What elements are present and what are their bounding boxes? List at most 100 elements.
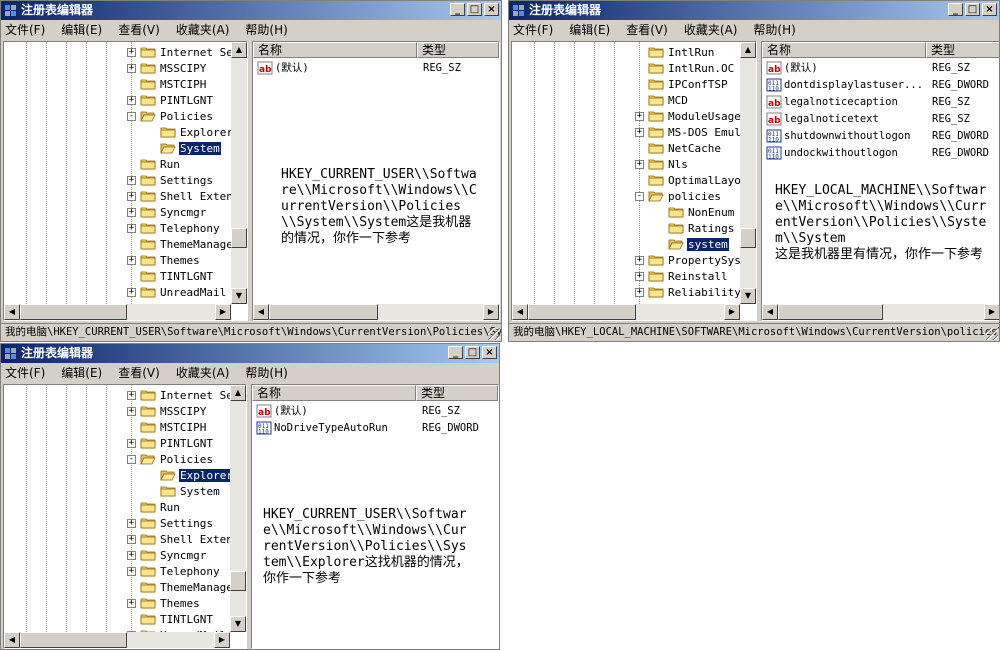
- value-row[interactable]: ab (默认) REG_SZ: [257, 59, 499, 76]
- expand-icon[interactable]: +: [127, 599, 136, 608]
- menu-view[interactable]: 查看(V): [118, 364, 160, 381]
- title-bar[interactable]: 注册表编辑器 _ □ ×: [509, 1, 999, 20]
- expand-icon[interactable]: +: [127, 567, 136, 576]
- scroll-left-button[interactable]: ◀: [512, 304, 528, 320]
- tree-key-run[interactable]: Run: [140, 156, 181, 172]
- tree-key-pintlgnt[interactable]: PINTLGNT: [140, 435, 214, 451]
- column-header-type[interactable]: 类型: [417, 42, 499, 58]
- expand-icon[interactable]: +: [635, 288, 644, 297]
- tree-key-telephony[interactable]: Telephony: [140, 563, 221, 579]
- tree-key-explorer[interactable]: Explorer: [160, 124, 234, 140]
- vertical-scrollbar[interactable]: ▲ ▼: [740, 42, 756, 304]
- tree-key-msscipy[interactable]: MSSCIPY: [140, 60, 207, 76]
- maximize-button[interactable]: □: [965, 3, 980, 16]
- scroll-left-button[interactable]: ◀: [4, 304, 20, 320]
- horizontal-scrollbar[interactable]: ◀ ▶: [253, 304, 499, 320]
- tree-key-syncmgr[interactable]: Syncmgr: [140, 204, 207, 220]
- expand-icon[interactable]: +: [127, 407, 136, 416]
- tree-key-internet-se[interactable]: Internet Se: [140, 387, 234, 403]
- minimize-button[interactable]: _: [448, 346, 463, 359]
- tree-key-nls[interactable]: Nls: [648, 156, 689, 172]
- tree-key-reliability[interactable]: Reliability: [648, 284, 742, 300]
- scroll-right-button[interactable]: ▶: [483, 304, 499, 320]
- tree-key-themes[interactable]: Themes: [140, 252, 201, 268]
- scroll-right-button[interactable]: ▶: [984, 304, 999, 320]
- scroll-left-button[interactable]: ◀: [253, 304, 269, 320]
- value-row[interactable]: 011 110 NoDriveTypeAutoRun REG_DWORD: [256, 419, 498, 436]
- expand-icon[interactable]: +: [127, 535, 136, 544]
- expand-icon[interactable]: +: [127, 176, 136, 185]
- close-button[interactable]: ×: [482, 346, 497, 359]
- menu-file[interactable]: 文件(F): [5, 364, 45, 381]
- tree-key-propertysys[interactable]: PropertySys: [648, 252, 742, 268]
- tree-key-policies[interactable]: Policies: [140, 108, 214, 124]
- tree-key-tintlgnt[interactable]: TINTLGNT: [140, 611, 214, 627]
- tree-key-intlrun-oc[interactable]: IntlRun.OC: [648, 60, 735, 76]
- expand-icon[interactable]: +: [127, 391, 136, 400]
- scroll-thumb[interactable]: [20, 632, 127, 648]
- tree-key-settings[interactable]: Settings: [140, 172, 214, 188]
- expand-icon[interactable]: +: [127, 48, 136, 57]
- resize-grip[interactable]: [488, 328, 500, 340]
- expand-icon[interactable]: +: [127, 256, 136, 265]
- tree-key-ms-dos-emul[interactable]: MS-DOS Emul: [648, 124, 742, 140]
- menu-view[interactable]: 查看(V): [118, 21, 160, 38]
- scroll-up-button[interactable]: ▲: [230, 385, 246, 401]
- tree-key-policies[interactable]: policies: [648, 188, 722, 204]
- tree-key-thememanage[interactable]: ThemeManage: [140, 579, 234, 595]
- expand-icon[interactable]: +: [127, 96, 136, 105]
- tree-key-system[interactable]: System: [160, 483, 221, 499]
- scroll-down-button[interactable]: ▼: [740, 288, 756, 304]
- tree-key-settings[interactable]: Settings: [140, 515, 214, 531]
- horizontal-scrollbar[interactable]: ◀ ▶: [4, 632, 230, 648]
- column-header-name[interactable]: 名称: [253, 42, 417, 58]
- title-bar[interactable]: 注册表编辑器 _ □ ×: [1, 1, 501, 20]
- expand-icon[interactable]: +: [635, 160, 644, 169]
- menu-view[interactable]: 查看(V): [626, 21, 668, 38]
- menu-edit[interactable]: 编辑(E): [61, 21, 102, 38]
- menu-help[interactable]: 帮助(H): [245, 21, 287, 38]
- menu-edit[interactable]: 编辑(E): [569, 21, 610, 38]
- tree-key-shell-exten[interactable]: Shell Exten: [140, 188, 234, 204]
- tree-key-reinstall[interactable]: Reinstall: [648, 268, 729, 284]
- scroll-thumb[interactable]: [778, 304, 883, 320]
- tree-key-syncmgr[interactable]: Syncmgr: [140, 547, 207, 563]
- expand-icon[interactable]: +: [127, 288, 136, 297]
- vertical-scrollbar[interactable]: ▲ ▼: [231, 42, 247, 304]
- scroll-thumb[interactable]: [20, 304, 127, 320]
- expand-icon[interactable]: +: [635, 128, 644, 137]
- scroll-thumb[interactable]: [740, 228, 756, 248]
- scroll-thumb[interactable]: [231, 228, 247, 248]
- vertical-scrollbar[interactable]: ▲ ▼: [230, 385, 246, 632]
- tree-key-mstciph[interactable]: MSTCIPH: [140, 76, 207, 92]
- scroll-right-button[interactable]: ▶: [214, 632, 230, 648]
- menu-help[interactable]: 帮助(H): [245, 364, 287, 381]
- tree-key-run[interactable]: Run: [140, 499, 181, 515]
- expand-icon[interactable]: +: [127, 519, 136, 528]
- scroll-right-button[interactable]: ▶: [724, 304, 740, 320]
- tree-key-mstciph[interactable]: MSTCIPH: [140, 419, 207, 435]
- value-row[interactable]: ab (默认) REG_SZ: [256, 402, 498, 419]
- column-header-type[interactable]: 类型: [416, 385, 498, 401]
- tree-key-pintlgnt[interactable]: PINTLGNT: [140, 92, 214, 108]
- scroll-thumb[interactable]: [269, 304, 378, 320]
- value-row[interactable]: ab legalnoticetext REG_SZ: [766, 110, 999, 127]
- collapse-icon[interactable]: -: [127, 455, 136, 464]
- value-row[interactable]: ab (默认) REG_SZ: [766, 59, 999, 76]
- minimize-button[interactable]: _: [450, 3, 465, 16]
- tree-key-optimallayo[interactable]: OptimalLayo: [648, 172, 742, 188]
- menu-favorites[interactable]: 收藏夹(A): [684, 21, 738, 38]
- tree-key-policies[interactable]: Policies: [140, 451, 214, 467]
- tree-key-netcache[interactable]: NetCache: [648, 140, 722, 156]
- scroll-down-button[interactable]: ▼: [230, 616, 246, 632]
- title-bar[interactable]: 注册表编辑器 _ □ ×: [1, 344, 499, 363]
- menu-favorites[interactable]: 收藏夹(A): [176, 364, 230, 381]
- expand-icon[interactable]: +: [127, 439, 136, 448]
- value-row[interactable]: 011 110 dontdisplaylastuser... REG_DWORD: [766, 76, 999, 93]
- tree-key-mcd[interactable]: MCD: [648, 92, 689, 108]
- collapse-icon[interactable]: -: [127, 112, 136, 121]
- expand-icon[interactable]: +: [127, 208, 136, 217]
- column-header-type[interactable]: 类型: [926, 42, 999, 58]
- scroll-down-button[interactable]: ▼: [231, 288, 247, 304]
- expand-icon[interactable]: +: [127, 224, 136, 233]
